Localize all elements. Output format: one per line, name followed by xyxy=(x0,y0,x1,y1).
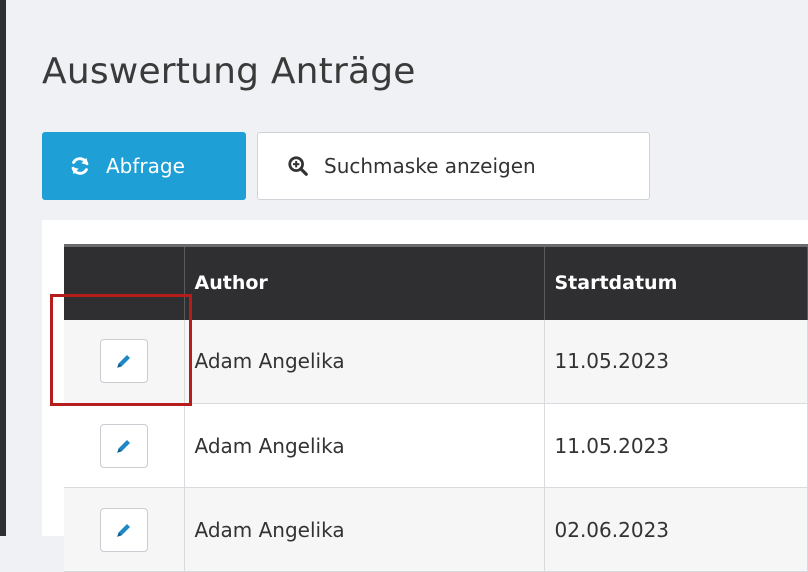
results-panel: Author Startdatum Adam Angelika 11.05.20… xyxy=(42,220,808,572)
show-search-mask-label: Suchmaske anzeigen xyxy=(324,154,536,178)
table-row: Adam Angelika 02.06.2023 xyxy=(64,487,808,572)
column-header-edit xyxy=(64,244,185,320)
query-button[interactable]: Abfrage xyxy=(42,132,246,200)
author-cell: Adam Angelika xyxy=(184,487,545,572)
startdatum-cell: 11.05.2023 xyxy=(544,319,808,404)
table-row: Adam Angelika 11.05.2023 xyxy=(64,319,808,404)
author-cell: Adam Angelika xyxy=(184,319,545,404)
author-cell: Adam Angelika xyxy=(184,403,545,488)
page-title: Auswertung Anträge xyxy=(42,51,416,92)
column-header-startdatum[interactable]: Startdatum xyxy=(544,244,808,320)
edit-button[interactable] xyxy=(99,339,148,384)
edit-cell xyxy=(64,319,185,404)
table-row: Adam Angelika 11.05.2023 xyxy=(64,403,808,488)
results-table: Author Startdatum Adam Angelika 11.05.20… xyxy=(64,244,808,572)
startdatum-cell: 02.06.2023 xyxy=(544,487,808,572)
refresh-icon xyxy=(68,154,92,178)
edit-button[interactable] xyxy=(99,423,148,468)
edit-button[interactable] xyxy=(99,507,148,552)
edit-cell xyxy=(64,487,185,572)
query-button-label: Abfrage xyxy=(106,154,185,178)
table-header-row: Author Startdatum xyxy=(64,244,808,320)
startdatum-cell: 11.05.2023 xyxy=(544,403,808,488)
pencil-icon xyxy=(117,439,130,453)
edit-cell xyxy=(64,403,185,488)
window-left-border xyxy=(0,0,6,536)
pencil-icon xyxy=(117,355,130,368)
column-header-author[interactable]: Author xyxy=(184,244,545,320)
show-search-mask-button[interactable]: Suchmaske anzeigen xyxy=(257,132,650,200)
zoom-search-icon xyxy=(286,154,310,178)
